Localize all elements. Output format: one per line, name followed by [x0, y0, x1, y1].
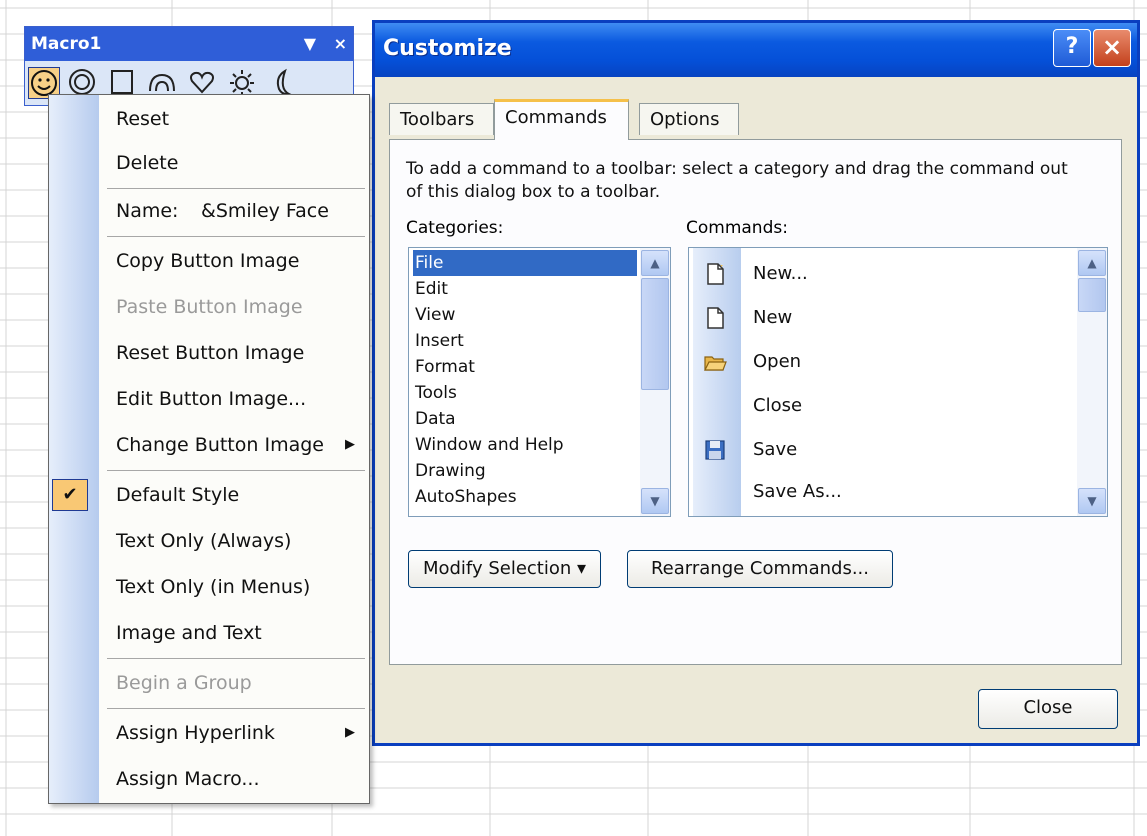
commands-tab-panel: To add a command to a toolbar: select a …: [389, 139, 1122, 665]
dialog-title: Customize: [383, 36, 512, 61]
menu-item-default-style[interactable]: ✔ Default Style: [49, 473, 369, 517]
command-label: Open: [753, 351, 802, 372]
command-label: New: [753, 307, 793, 328]
command-label: Save: [753, 439, 798, 460]
toolbar-options-dropdown-icon[interactable]: ▼: [304, 34, 316, 53]
close-window-button[interactable]: ×: [1093, 29, 1131, 67]
categories-scrollbar[interactable]: ▲ ▼: [640, 248, 670, 516]
scroll-down-icon[interactable]: ▼: [641, 488, 669, 514]
scroll-up-icon[interactable]: ▲: [641, 250, 669, 276]
close-icon[interactable]: ×: [334, 34, 347, 53]
menu-item-label: Copy Button Image: [116, 250, 300, 272]
menu-item-change-button-image[interactable]: Change Button Image ▶: [49, 423, 369, 467]
menu-separator: [107, 708, 365, 709]
rearrange-commands-button[interactable]: Rearrange Commands...: [627, 550, 893, 588]
menu-item-label: Text Only (Always): [116, 530, 292, 552]
menu-item-label: Reset: [116, 108, 170, 130]
menu-item-label: Paste Button Image: [116, 296, 303, 318]
commands-listbox[interactable]: New... New Open Close Save Save As... ▲: [688, 247, 1108, 517]
menu-item-assign-macro[interactable]: Assign Macro...: [49, 757, 369, 801]
save-disk-icon: [705, 440, 725, 460]
command-label: Close: [753, 395, 803, 416]
category-item[interactable]: Insert: [413, 328, 637, 354]
command-label: Save As...: [753, 481, 842, 502]
menu-item-text-only-in-menus[interactable]: Text Only (in Menus): [49, 565, 369, 609]
submenu-arrow-icon: ▶: [345, 725, 355, 740]
button-context-menu: Reset Delete Name: &Smiley Face Copy But…: [48, 94, 370, 804]
modify-selection-button[interactable]: Modify Selection ▾: [408, 550, 601, 588]
menu-item-assign-hyperlink[interactable]: Assign Hyperlink ▶: [49, 711, 369, 755]
dialog-titlebar[interactable]: Customize ? ×: [375, 23, 1137, 77]
command-label: New...: [753, 263, 808, 284]
scroll-down-icon[interactable]: ▼: [1078, 488, 1106, 514]
category-item[interactable]: File: [413, 250, 637, 276]
command-item[interactable]: New...: [689, 252, 1069, 296]
menu-item-label: Reset Button Image: [116, 342, 305, 364]
menu-item-begin-a-group: Begin a Group: [49, 661, 369, 705]
command-item[interactable]: Save As...: [689, 470, 1069, 514]
macro1-titlebar[interactable]: Macro1 ▼ ×: [25, 27, 353, 61]
command-item[interactable]: Open: [689, 340, 1069, 384]
open-folder-icon: [704, 356, 727, 371]
new-document-icon: [707, 263, 724, 285]
scroll-thumb[interactable]: [641, 278, 669, 390]
instructions-text: To add a command to a toolbar: select a …: [406, 159, 1068, 202]
menu-separator: [107, 658, 365, 659]
menu-separator: [107, 470, 365, 471]
menu-item-reset-button-image[interactable]: Reset Button Image: [49, 331, 369, 375]
category-item[interactable]: Window and Help: [413, 432, 637, 458]
menu-item-delete[interactable]: Delete: [49, 141, 369, 185]
category-item[interactable]: View: [413, 302, 637, 328]
category-item[interactable]: Drawing: [413, 458, 637, 484]
menu-item-label: Delete: [116, 152, 179, 174]
command-item[interactable]: Save: [689, 428, 1069, 472]
category-item[interactable]: AutoShapes: [413, 484, 637, 510]
category-item[interactable]: Tools: [413, 380, 637, 406]
commands-label: Commands:: [686, 218, 788, 238]
menu-item-label: Assign Macro...: [116, 768, 260, 790]
menu-item-copy-button-image[interactable]: Copy Button Image: [49, 239, 369, 283]
menu-item-label: Image and Text: [116, 622, 262, 644]
category-item[interactable]: Edit: [413, 276, 637, 302]
menu-item-label: Begin a Group: [116, 672, 252, 694]
categories-label: Categories:: [406, 218, 504, 238]
name-field[interactable]: &Smiley Face: [201, 189, 329, 233]
menu-item-label: Change Button Image: [116, 434, 324, 456]
menu-item-image-and-text[interactable]: Image and Text: [49, 611, 369, 655]
customize-dialog: Customize ? × Toolbars Commands Options …: [372, 20, 1140, 746]
menu-item-text-only-always[interactable]: Text Only (Always): [49, 519, 369, 563]
commands-scrollbar[interactable]: ▲ ▼: [1077, 248, 1107, 516]
menu-item-label: Assign Hyperlink: [116, 722, 275, 744]
new-document-icon: [707, 307, 724, 329]
category-item[interactable]: Data: [413, 406, 637, 432]
category-item[interactable]: Format: [413, 354, 637, 380]
menu-item-label: Text Only (in Menus): [116, 576, 311, 598]
menu-item-paste-button-image: Paste Button Image: [49, 285, 369, 329]
macro1-title: Macro1: [31, 34, 102, 54]
close-button[interactable]: Close: [978, 689, 1118, 729]
menu-separator: [107, 236, 365, 237]
help-button[interactable]: ?: [1053, 29, 1091, 67]
menu-item-edit-button-image[interactable]: Edit Button Image...: [49, 377, 369, 421]
menu-item-reset[interactable]: Reset: [49, 97, 369, 141]
tab-commands[interactable]: Commands: [494, 99, 629, 140]
command-item[interactable]: Close: [689, 384, 1069, 428]
scroll-up-icon[interactable]: ▲: [1078, 250, 1106, 276]
menu-item-name[interactable]: Name: &Smiley Face: [49, 189, 369, 233]
tab-options[interactable]: Options: [639, 103, 739, 135]
menu-item-label: Default Style: [116, 484, 240, 506]
submenu-arrow-icon: ▶: [345, 437, 355, 452]
scroll-thumb[interactable]: [1078, 278, 1106, 312]
command-item[interactable]: New: [689, 296, 1069, 340]
menu-item-label: Edit Button Image...: [116, 388, 307, 410]
checkmark-icon: ✔: [52, 479, 88, 511]
name-label: Name:: [116, 200, 179, 222]
tab-toolbars[interactable]: Toolbars: [389, 103, 494, 135]
categories-listbox[interactable]: File Edit View Insert Format Tools Data …: [408, 247, 671, 517]
